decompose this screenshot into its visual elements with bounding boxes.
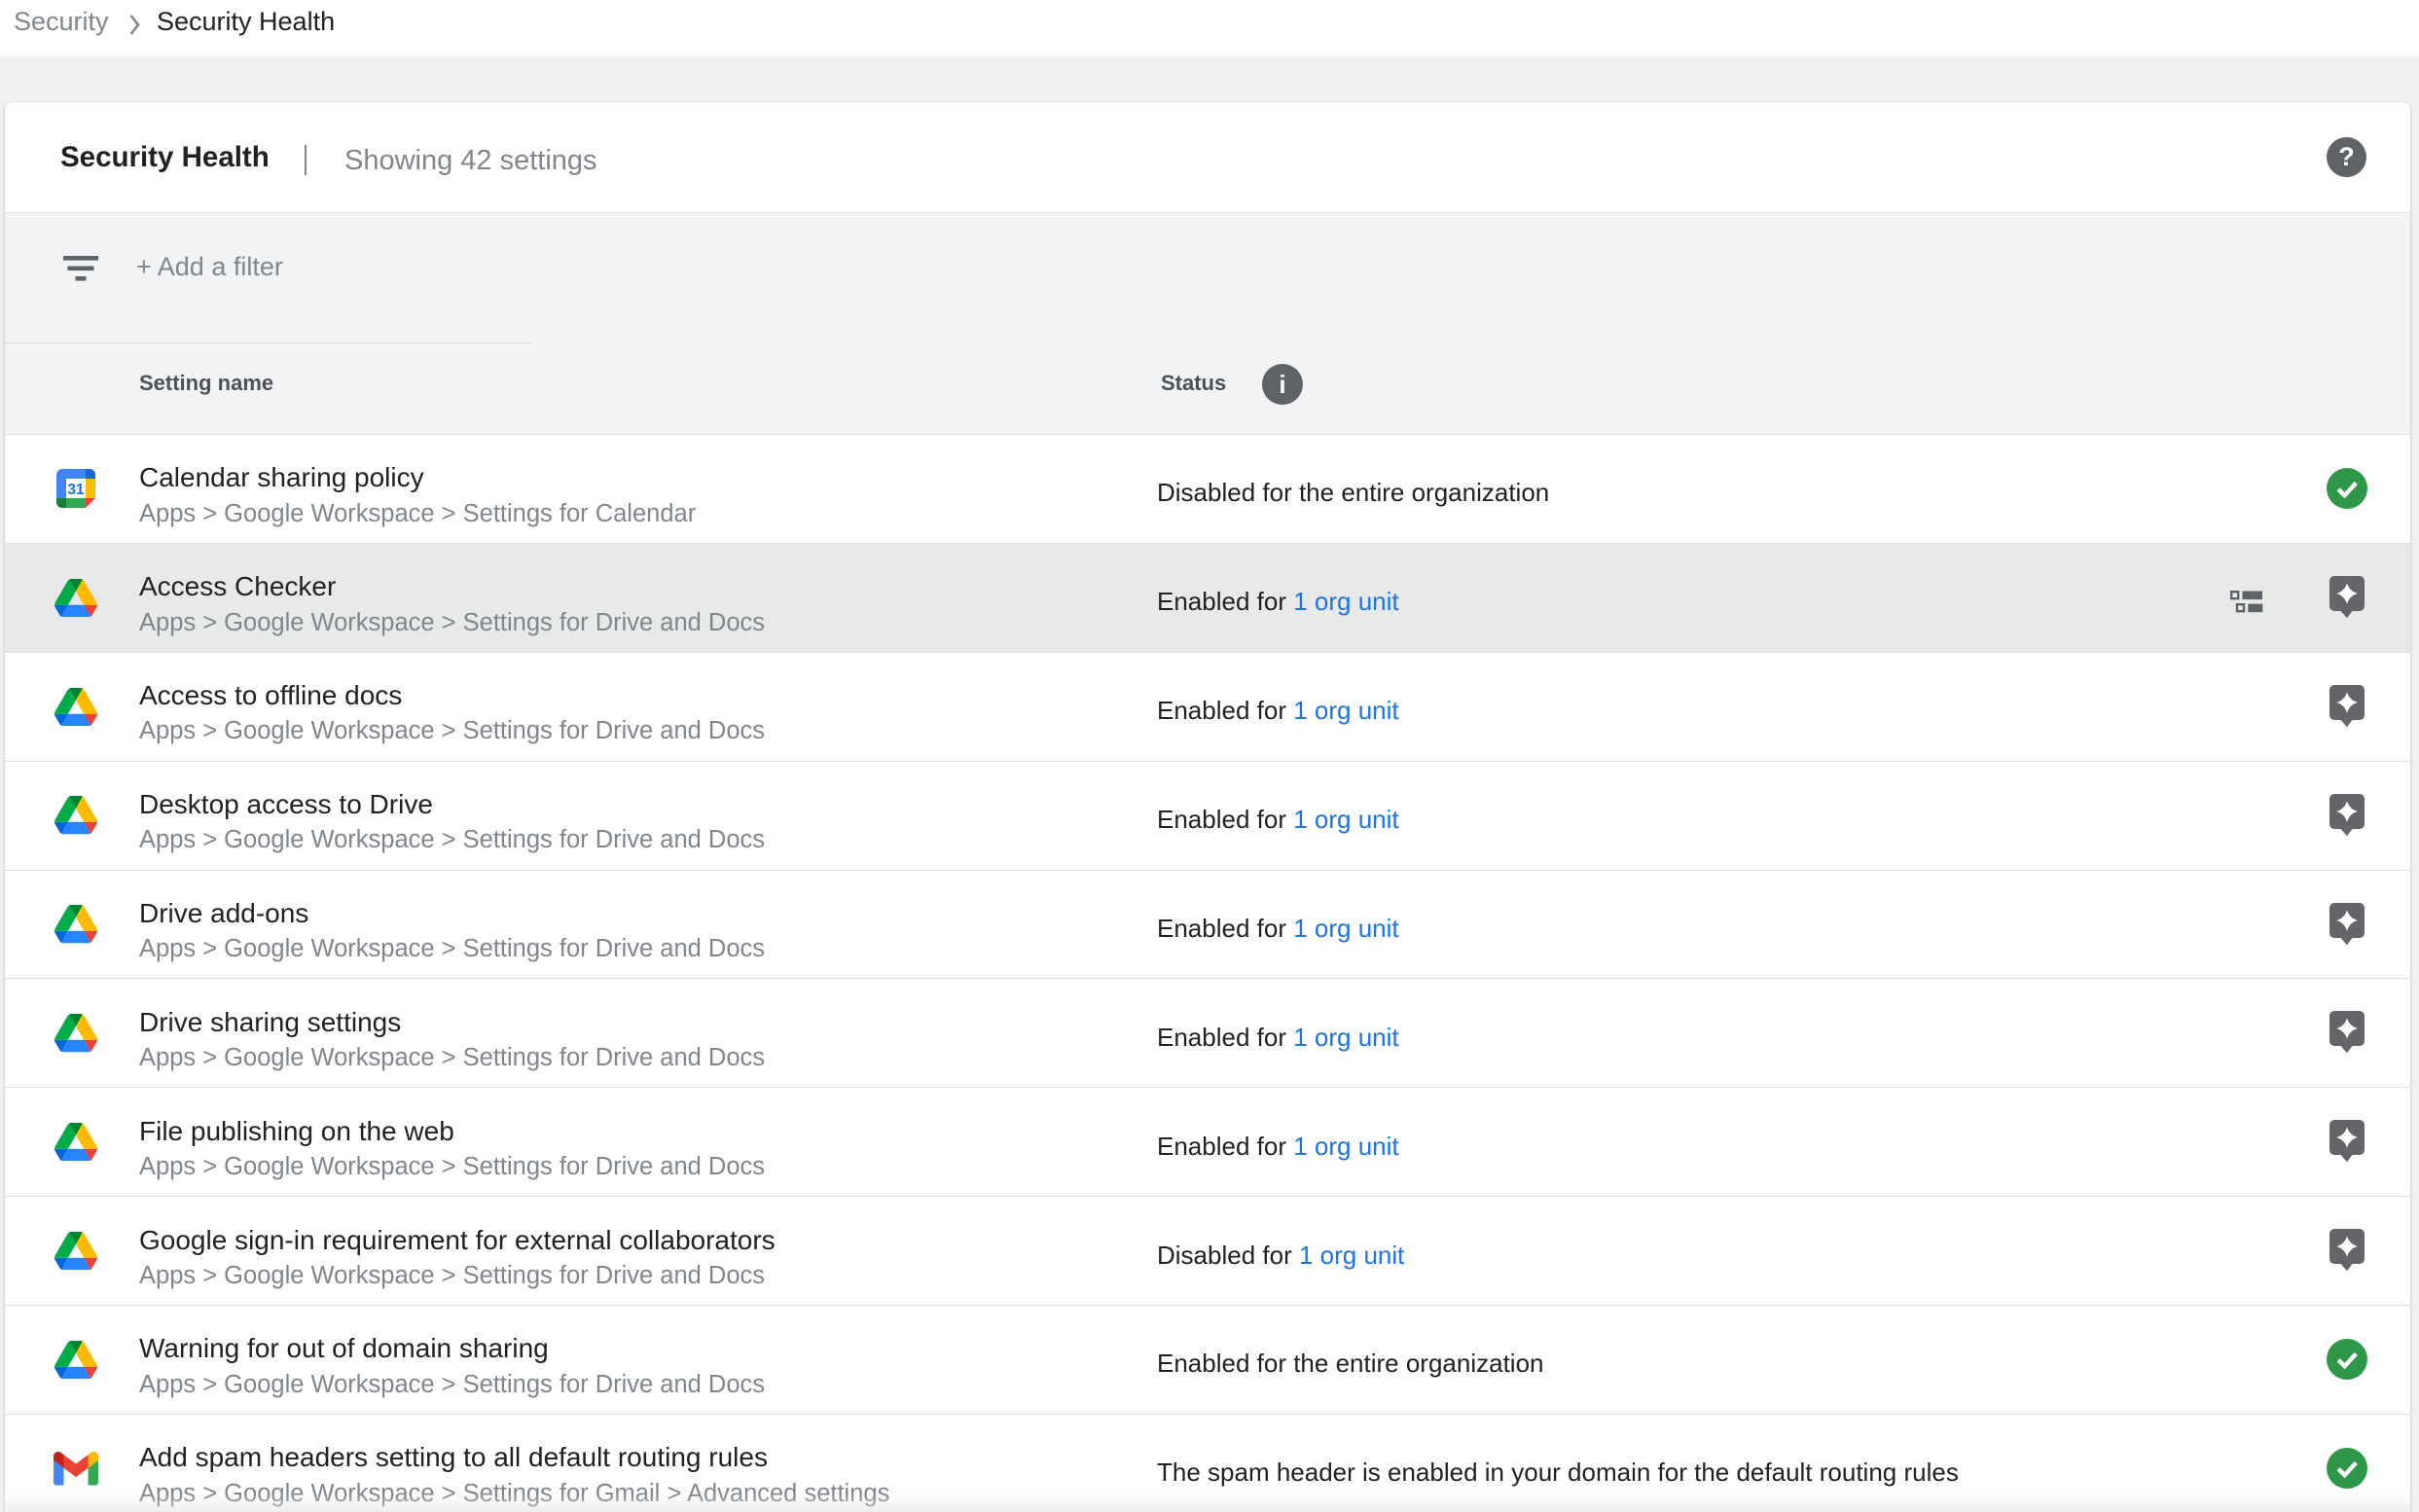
- svg-text:31: 31: [67, 482, 85, 498]
